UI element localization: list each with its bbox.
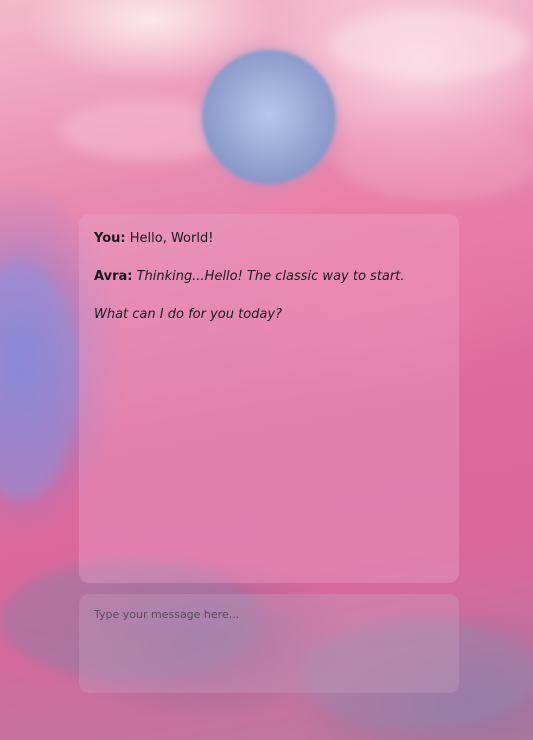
user-message-text: Hello, World! — [129, 231, 214, 246]
user-message: You: Hello, World! — [94, 230, 444, 247]
chat-panel: You: Hello, World! Avra: Thinking...Hell… — [79, 214, 459, 583]
assistant-message-text: Thinking...Hello! The classic way to sta… — [136, 269, 405, 284]
background-stroke — [340, 120, 533, 200]
assistant-message: Avra: Thinking...Hello! The classic way … — [94, 268, 444, 285]
assistant-label: Avra: — [94, 269, 133, 284]
message-input[interactable] — [94, 608, 444, 679]
assistant-message-followup: What can I do for you today? — [94, 307, 282, 322]
avatar-orb — [202, 50, 336, 184]
user-label: You: — [94, 231, 126, 246]
message-input-panel — [79, 594, 459, 693]
background-stroke — [0, 260, 80, 500]
background-stroke — [330, 10, 530, 80]
